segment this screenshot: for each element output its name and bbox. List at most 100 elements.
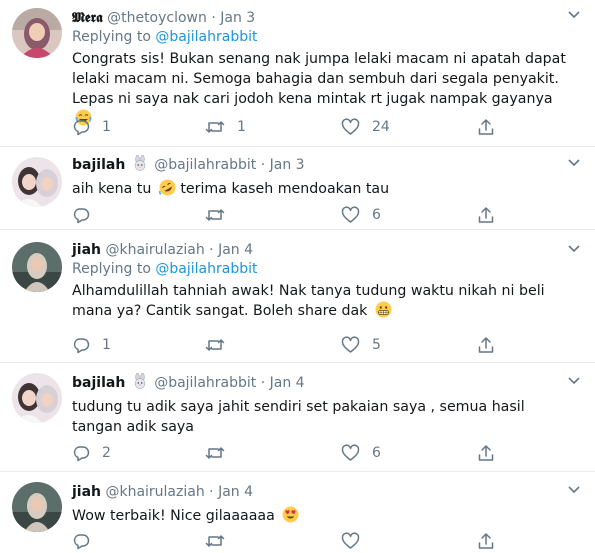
reply-icon bbox=[73, 208, 90, 224]
chevron-down-icon[interactable] bbox=[567, 10, 581, 20]
reply-count: 1 bbox=[102, 119, 111, 135]
user-handle[interactable]: @khairulaziah bbox=[105, 484, 204, 500]
heart-icon bbox=[341, 206, 360, 223]
separator-dot: · bbox=[260, 375, 266, 391]
tweet-date[interactable]: Jan 3 bbox=[220, 10, 255, 26]
reply-icon bbox=[73, 120, 90, 136]
avatar[interactable] bbox=[12, 242, 62, 292]
share-button[interactable] bbox=[477, 335, 495, 355]
share-button[interactable] bbox=[477, 205, 495, 225]
retweet-button[interactable] bbox=[205, 205, 237, 225]
share-button[interactable] bbox=[477, 531, 495, 551]
reply-button[interactable]: 1 bbox=[72, 335, 111, 355]
display-name[interactable]: jiah bbox=[72, 242, 101, 258]
retweet-icon bbox=[205, 535, 225, 547]
share-icon bbox=[478, 119, 494, 135]
reply-icon bbox=[73, 338, 90, 354]
rabbit-face-icon bbox=[132, 154, 148, 177]
retweet-button[interactable]: 1 bbox=[205, 117, 246, 137]
chevron-down-icon[interactable] bbox=[567, 376, 581, 386]
share-icon bbox=[478, 445, 494, 461]
user-handle[interactable]: @bajilahrabbit bbox=[154, 375, 256, 391]
display-name[interactable]: jiah bbox=[72, 484, 101, 500]
share-button[interactable] bbox=[477, 443, 495, 463]
like-count: 6 bbox=[372, 207, 381, 223]
heart-icon bbox=[341, 444, 360, 461]
separator-dot: · bbox=[211, 10, 216, 26]
tweet-text-content: Wow terbaik! Nice gilaaaaaa bbox=[72, 508, 275, 524]
tweet-date[interactable]: Jan 4 bbox=[270, 375, 305, 391]
heart-eyes-face-icon bbox=[282, 506, 299, 523]
like-button[interactable] bbox=[341, 531, 372, 551]
retweet-button[interactable] bbox=[205, 531, 237, 551]
share-icon bbox=[478, 533, 494, 549]
tweet[interactable]: bajilah @bajilahrabbit · Jan 4 tudung tu… bbox=[0, 363, 595, 472]
avatar[interactable] bbox=[12, 157, 62, 207]
reply-button[interactable] bbox=[72, 531, 102, 551]
tweet[interactable]: bajilah @bajilahrabbit · Jan 3 aih kena … bbox=[0, 147, 595, 230]
retweet-icon bbox=[205, 447, 225, 459]
tweet[interactable]: jiah @khairulaziah · Jan 4 Replying to @… bbox=[0, 230, 595, 363]
share-button[interactable] bbox=[477, 117, 495, 137]
avatar[interactable] bbox=[12, 482, 62, 532]
tweet-date[interactable]: Jan 4 bbox=[218, 484, 253, 500]
avatar[interactable] bbox=[12, 8, 62, 58]
heart-icon bbox=[341, 336, 360, 353]
tweet[interactable]: 𝕸𝖊𝖗𝖆 @thetoyclown · Jan 3 Replying to @b… bbox=[0, 0, 595, 147]
share-icon bbox=[478, 337, 494, 353]
retweet-count: 1 bbox=[237, 119, 246, 135]
like-count: 6 bbox=[372, 445, 381, 461]
separator-dot: · bbox=[209, 242, 214, 258]
reply-button[interactable]: 2 bbox=[72, 443, 111, 463]
like-button[interactable]: 6 bbox=[341, 205, 381, 225]
user-handle[interactable]: @thetoyclown bbox=[107, 10, 207, 26]
replying-to-label: Replying to bbox=[72, 29, 156, 45]
like-button[interactable]: 24 bbox=[341, 117, 390, 137]
tweet-text-after: terima kaseh mendoakan tau bbox=[180, 181, 390, 197]
retweet-button[interactable] bbox=[205, 443, 237, 463]
share-icon bbox=[478, 207, 494, 223]
heart-icon bbox=[341, 532, 360, 549]
display-name[interactable]: bajilah bbox=[72, 157, 125, 173]
reply-count: 2 bbox=[102, 445, 111, 461]
chevron-down-icon[interactable] bbox=[567, 158, 581, 168]
reply-icon bbox=[73, 446, 90, 462]
reply-button[interactable] bbox=[72, 205, 102, 225]
reply-count: 1 bbox=[102, 337, 111, 353]
reply-icon bbox=[73, 534, 90, 550]
like-button[interactable]: 6 bbox=[341, 443, 381, 463]
reply-button[interactable]: 1 bbox=[72, 117, 111, 137]
replying-to-link[interactable]: @bajilahrabbit bbox=[155, 29, 257, 45]
tweet-text: tudung tu adik saya jahit sendiri set pa… bbox=[72, 397, 575, 437]
like-button[interactable]: 5 bbox=[341, 335, 381, 355]
display-name[interactable]: bajilah bbox=[72, 375, 125, 391]
tweet-thread: 𝕸𝖊𝖗𝖆 @thetoyclown · Jan 3 Replying to @b… bbox=[0, 0, 595, 553]
tweet-text-content: Alhamdulillah tahniah awak! Nak tanya tu… bbox=[72, 283, 545, 319]
user-handle[interactable]: @khairulaziah bbox=[105, 242, 204, 258]
rabbit-face-icon bbox=[132, 372, 148, 395]
separator-dot: · bbox=[260, 157, 266, 173]
tweet-date[interactable]: Jan 3 bbox=[270, 157, 305, 173]
chevron-down-icon[interactable] bbox=[567, 485, 581, 495]
avatar[interactable] bbox=[12, 373, 62, 423]
tweet-date[interactable]: Jan 4 bbox=[218, 242, 253, 258]
tweet-text-before: aih kena tu bbox=[72, 181, 152, 197]
user-handle[interactable]: @bajilahrabbit bbox=[154, 157, 256, 173]
tweet-text-content: Congrats sis! Bukan senang nak jumpa lel… bbox=[72, 51, 566, 107]
replying-to-link[interactable]: @bajilahrabbit bbox=[155, 261, 257, 277]
rolling-on-floor-laughing-icon bbox=[158, 179, 176, 196]
tweet[interactable]: jiah @khairulaziah · Jan 4 Wow terbaik! … bbox=[0, 472, 595, 553]
retweet-icon bbox=[205, 209, 225, 221]
retweet-icon bbox=[205, 121, 225, 133]
replying-to-label: Replying to bbox=[72, 261, 156, 277]
retweet-button[interactable] bbox=[205, 335, 237, 355]
display-name[interactable]: 𝕸𝖊𝖗𝖆 bbox=[72, 10, 103, 26]
retweet-icon bbox=[205, 339, 225, 351]
replying-to: Replying to @bajilahrabbit bbox=[72, 260, 575, 279]
chevron-down-icon[interactable] bbox=[567, 244, 581, 254]
like-count: 5 bbox=[372, 337, 381, 353]
tweet-text: Wow terbaik! Nice gilaaaaaa bbox=[72, 506, 575, 526]
grimacing-face-icon bbox=[375, 301, 392, 318]
tweet-text-content: tudung tu adik saya jahit sendiri set pa… bbox=[72, 399, 525, 435]
tweet-text: Alhamdulillah tahniah awak! Nak tanya tu… bbox=[72, 281, 575, 321]
